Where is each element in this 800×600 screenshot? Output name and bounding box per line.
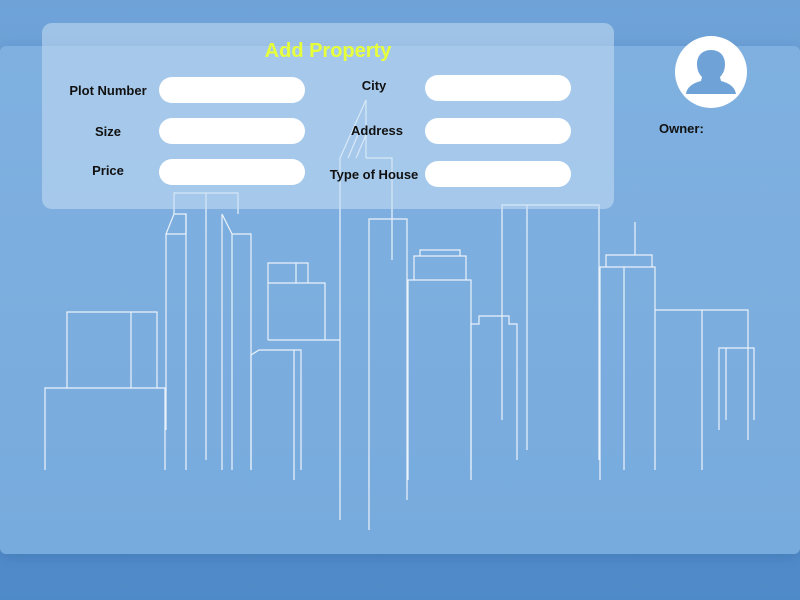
size-input[interactable] xyxy=(159,118,305,144)
size-label: Size xyxy=(94,124,121,139)
plot-number-input[interactable] xyxy=(159,77,305,103)
type-of-house-input[interactable] xyxy=(425,161,571,187)
type-of-house-label: Type of House xyxy=(329,167,419,182)
avatar[interactable] xyxy=(675,36,747,108)
price-input[interactable] xyxy=(159,159,305,185)
city-label: City xyxy=(361,78,387,93)
form-title: Add Property xyxy=(264,40,392,62)
user-silhouette-icon xyxy=(686,50,736,94)
city-input[interactable] xyxy=(425,75,571,101)
owner-label: Owner: xyxy=(659,121,704,136)
address-input[interactable] xyxy=(425,118,571,144)
plot-number-label: Plot Number xyxy=(69,83,147,98)
price-label: Price xyxy=(92,163,124,178)
